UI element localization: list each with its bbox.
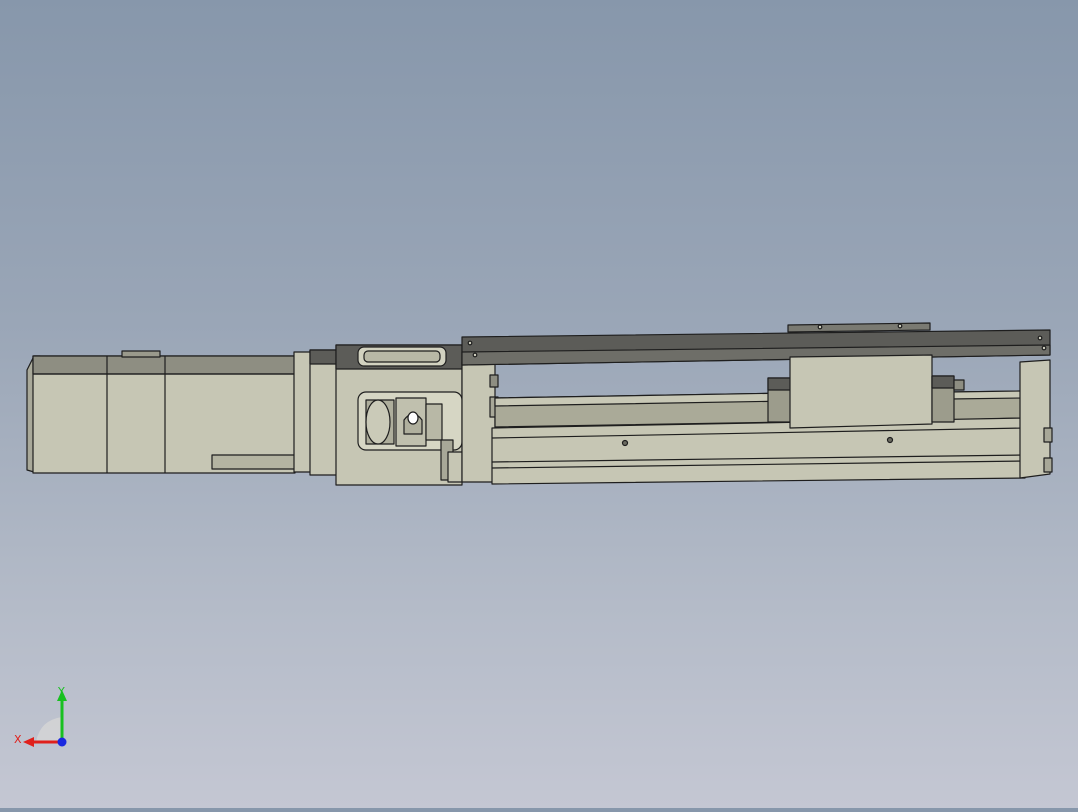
triad-plane-arc [36,717,62,742]
carriage-top-plate [787,322,931,333]
linear-actuator-model[interactable] [0,0,1078,808]
rail-screw-hole [886,436,894,444]
slide-carriage [767,354,965,429]
top-cover-plate [461,322,1051,366]
motor-connector [121,350,161,358]
rail-body [491,417,1026,485]
y-axis-label: Y [57,685,65,698]
motor-top-shade [32,355,296,375]
rail-screw-hole [621,439,629,447]
motor-flange [293,351,313,473]
motor-adapter [309,349,339,476]
motor-bottom-slot [211,454,296,470]
coupling-disk [365,399,391,445]
end-block [1019,359,1053,479]
coordinate-triad: X Y [14,685,67,747]
servo-motor [26,350,313,474]
coupling-housing [335,344,463,486]
cad-3d-viewport[interactable]: X Y [0,0,1078,808]
x-axis-label: X [14,733,22,746]
z-axis [57,737,67,747]
